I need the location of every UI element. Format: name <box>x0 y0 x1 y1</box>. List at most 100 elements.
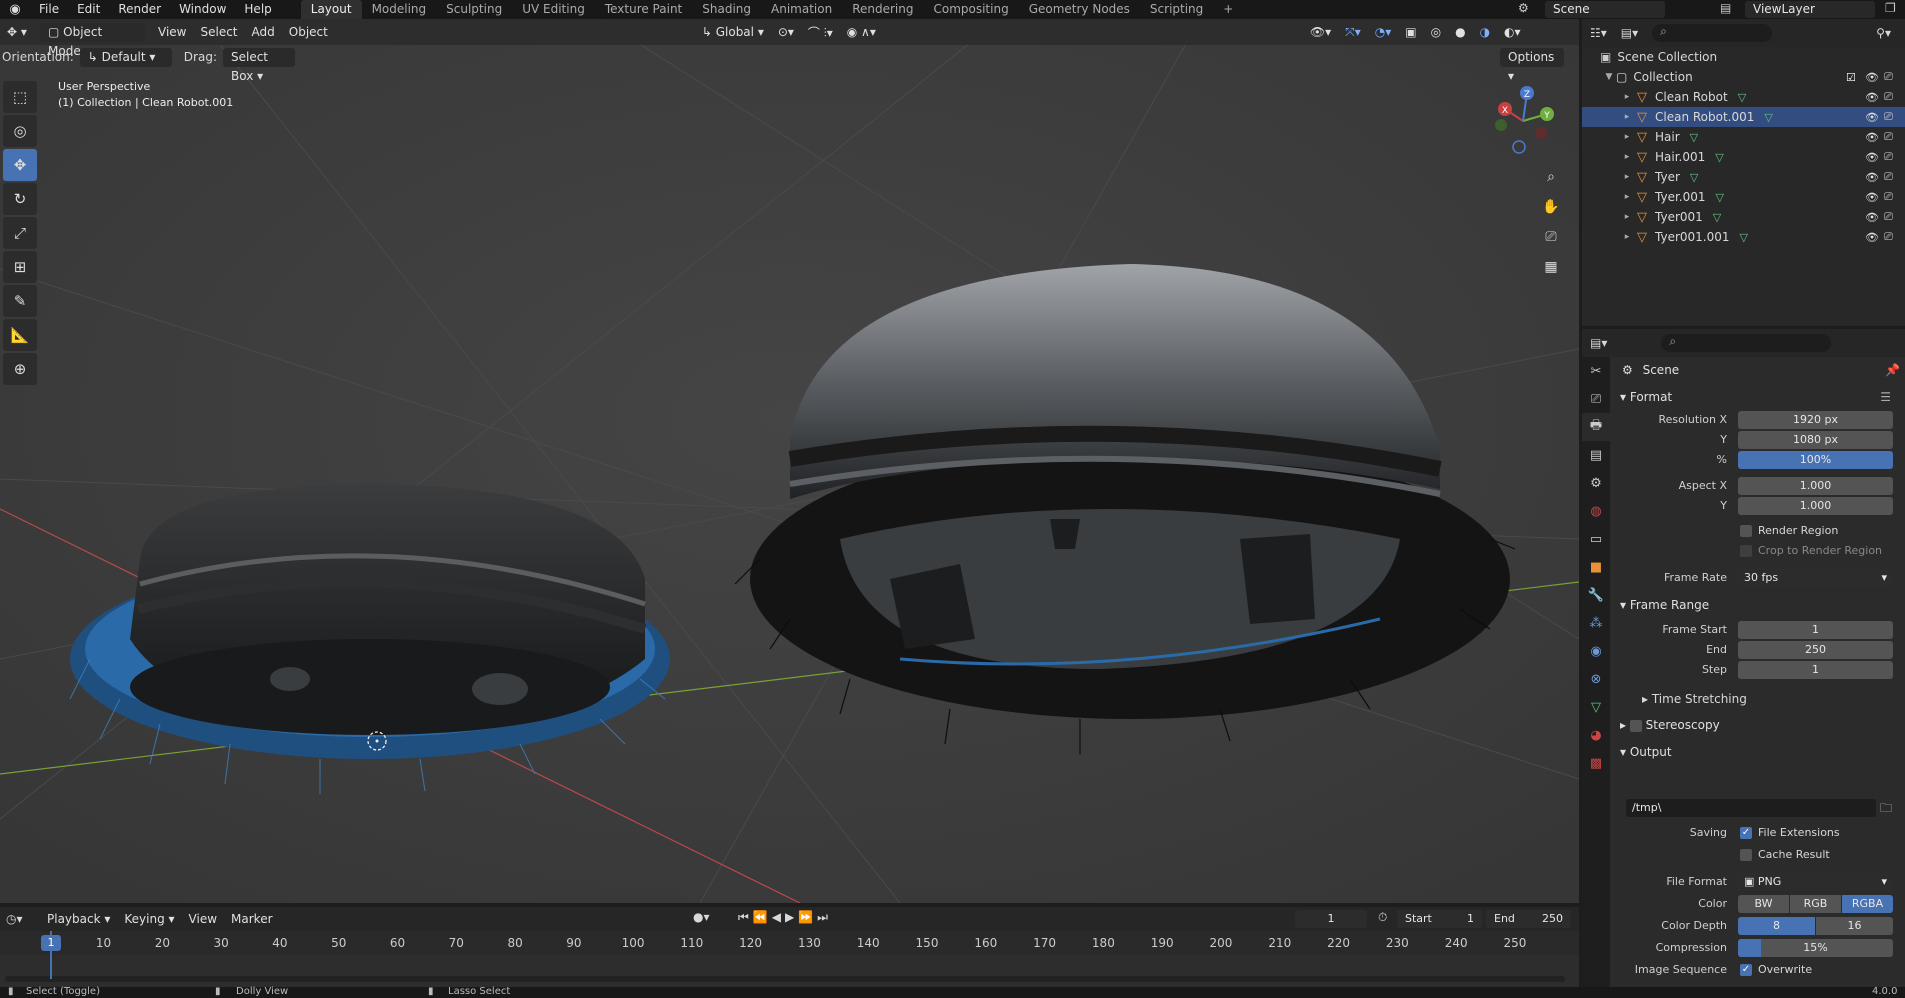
list-item[interactable]: ▸ ▽ Tyer ▽ 👁 ⎚ <box>1582 167 1905 187</box>
drag-dropdown[interactable]: Select Box ▾ <box>222 47 295 83</box>
view-layer-selector[interactable]: ViewLayer <box>1745 1 1875 18</box>
camera-icon[interactable]: ⎚ <box>1884 190 1893 204</box>
tab-rendering[interactable]: Rendering <box>842 0 923 19</box>
frame-start-field[interactable]: 1 <box>1738 621 1893 639</box>
physics-tab-icon[interactable]: ◉ <box>1582 637 1610 665</box>
timeline-editor-icon[interactable]: ◷▾ <box>6 912 34 926</box>
modifier-tab-icon[interactable]: 🔧 <box>1582 581 1610 609</box>
preview-range-icon[interactable]: ⏱ <box>1378 910 1387 925</box>
menu-file[interactable]: File <box>30 0 68 19</box>
eye-icon[interactable]: 👁 <box>1865 91 1879 104</box>
shading-rendered-icon[interactable]: ◐▾ <box>1497 25 1528 39</box>
mesh-data-icon[interactable]: ▽ <box>1690 131 1698 144</box>
collection-expand-icon[interactable]: ▼ <box>1602 72 1616 82</box>
render-tab-icon[interactable]: ⎚ <box>1582 385 1610 413</box>
3d-viewport[interactable]: ✥ ▾ ▢ Object Mode ▾ View Select Add Obje… <box>0 19 1579 903</box>
eye-icon[interactable]: 👁 <box>1865 231 1879 244</box>
mesh-data-icon[interactable]: ▽ <box>1715 151 1723 164</box>
aspect-x-field[interactable]: 1.000 <box>1738 477 1893 495</box>
color-rgba-button[interactable]: RGBA <box>1842 895 1893 913</box>
collection-row[interactable]: ▼ ▢ Collection ☑ 👁 ⎚ <box>1582 67 1905 87</box>
tab-uv-editing[interactable]: UV Editing <box>512 0 595 19</box>
snap-icon[interactable]: ⌒ ⫶▾ <box>801 24 840 41</box>
zoom-icon[interactable]: ⌕ <box>1538 164 1564 190</box>
menu-add[interactable]: Add <box>245 25 282 39</box>
pin-icon[interactable]: 📌 <box>1885 363 1900 377</box>
display-mode-icon[interactable]: ▤▾ <box>1621 26 1638 40</box>
frame-end-field[interactable]: 250 <box>1738 641 1893 659</box>
marker-menu[interactable]: Marker <box>224 912 279 926</box>
editor-type-icon[interactable]: ✥ ▾ <box>0 25 40 39</box>
end-frame-field[interactable]: End 250 <box>1486 910 1571 928</box>
camera-icon[interactable]: ⎚ <box>1884 110 1893 124</box>
compression-slider[interactable]: 15% <box>1738 939 1893 957</box>
list-item[interactable]: ▸ ▽ Clean Robot ▽ 👁 ⎚ <box>1582 87 1905 107</box>
measure-tool-icon[interactable]: 📐 <box>3 319 37 351</box>
eye-icon[interactable]: 👁 <box>1865 191 1879 204</box>
eye-icon[interactable]: 👁 <box>1865 111 1879 124</box>
keying-menu[interactable]: Keying ▾ <box>117 912 181 926</box>
tab-compositing[interactable]: Compositing <box>923 0 1018 19</box>
tab-scripting[interactable]: Scripting <box>1140 0 1213 19</box>
output-path-field[interactable]: /tmp\ <box>1626 799 1876 817</box>
filter-icon[interactable]: ⚲▾ <box>1876 26 1891 40</box>
move-tool-icon[interactable]: ✥ <box>3 149 37 181</box>
eye-icon[interactable]: 👁 <box>1865 211 1879 224</box>
timeline-view-menu[interactable]: View <box>182 912 224 926</box>
rotate-tool-icon[interactable]: ↻ <box>3 183 37 215</box>
depth-16-button[interactable]: 16 <box>1816 917 1893 935</box>
tab-modeling[interactable]: Modeling <box>362 0 437 19</box>
file-extensions-checkbox[interactable]: ✓ <box>1740 827 1752 839</box>
eye-icon[interactable]: 👁 <box>1865 151 1879 164</box>
outliner-search-icon[interactable]: ⌕ <box>1652 24 1773 42</box>
crop-region-checkbox[interactable] <box>1740 545 1752 557</box>
particles-tab-icon[interactable]: ⁂ <box>1582 609 1610 637</box>
data-tab-icon[interactable]: ▽ <box>1582 693 1610 721</box>
frame-rate-dropdown[interactable]: 30 fps ▾ <box>1738 569 1893 587</box>
start-frame-field[interactable]: Start 1 <box>1397 910 1482 928</box>
color-bw-button[interactable]: BW <box>1738 895 1789 913</box>
resolution-y-field[interactable]: 1080 px <box>1738 431 1893 449</box>
shading-solid-icon[interactable]: ● <box>1448 25 1472 39</box>
tab-layout[interactable]: Layout <box>300 0 362 19</box>
constraints-tab-icon[interactable]: ⊗ <box>1582 665 1610 693</box>
world-tab-icon[interactable]: ◍ <box>1582 497 1610 525</box>
render-region-checkbox[interactable] <box>1740 525 1752 537</box>
format-panel-header[interactable]: ▾ Format ☰ <box>1612 385 1905 409</box>
keyframe-area[interactable] <box>0 955 1579 987</box>
time-stretching-subpanel[interactable]: ▸ Time Stretching <box>1642 692 1747 706</box>
cursor-tool-icon[interactable]: ◎ <box>3 115 37 147</box>
list-item[interactable]: ▸ ▽ Hair ▽ 👁 ⎚ <box>1582 127 1905 147</box>
frame-ruler[interactable]: 1102030405060708090100110120130140150160… <box>0 931 1579 955</box>
auto-keying-icon[interactable]: ●▾ <box>693 910 710 924</box>
menu-select[interactable]: Select <box>193 25 244 39</box>
tab-sculpting[interactable]: Sculpting <box>436 0 512 19</box>
scene-tab-icon[interactable]: ⚙ <box>1582 469 1610 497</box>
scene-collection-row[interactable]: ▣ Scene Collection <box>1582 47 1905 67</box>
visibility-icon[interactable]: 👁▾ <box>1303 25 1338 39</box>
output-tab-icon[interactable]: 🖶 <box>1582 413 1610 441</box>
options-dropdown[interactable]: Options ▾ <box>1500 48 1564 83</box>
annotate-tool-icon[interactable]: ✎ <box>3 285 37 317</box>
list-item[interactable]: ▸ ▽ Hair.001 ▽ 👁 ⎚ <box>1582 147 1905 167</box>
proportional-edit-icon[interactable]: ◉ ∧▾ <box>840 25 883 39</box>
tab-texture-paint[interactable]: Texture Paint <box>595 0 692 19</box>
resolution-percent-field[interactable]: 100% <box>1738 451 1893 469</box>
current-frame-field[interactable]: 1 <box>1295 910 1367 928</box>
collection-checkbox[interactable]: ☑ <box>1846 71 1856 84</box>
camera-icon[interactable]: ⎚ <box>1884 230 1893 244</box>
resolution-x-field[interactable]: 1920 px <box>1738 411 1893 429</box>
blender-logo-icon[interactable]: ◉ <box>0 0 30 19</box>
collection-camera-icon[interactable]: ⎚ <box>1884 70 1893 84</box>
menu-edit[interactable]: Edit <box>68 0 109 19</box>
scale-tool-icon[interactable]: ⤢ <box>3 217 37 249</box>
overwrite-checkbox[interactable]: ✓ <box>1740 964 1752 976</box>
list-item-selected[interactable]: ▸ ▽ Clean Robot.001 ▽ 👁 ⎚ <box>1582 107 1905 127</box>
pivot-point-icon[interactable]: ⊙▾ <box>771 25 801 39</box>
mode-selector[interactable]: ▢ Object Mode ▾ <box>40 22 145 58</box>
camera-icon[interactable]: ⎚ <box>1884 150 1893 164</box>
new-view-layer-icon[interactable]: ❐ <box>1885 1 1896 15</box>
camera-icon[interactable]: ⎚ <box>1884 170 1893 184</box>
camera-view-icon[interactable]: ⎚ <box>1538 224 1564 250</box>
shading-wireframe-icon[interactable]: ◎ <box>1424 25 1448 39</box>
